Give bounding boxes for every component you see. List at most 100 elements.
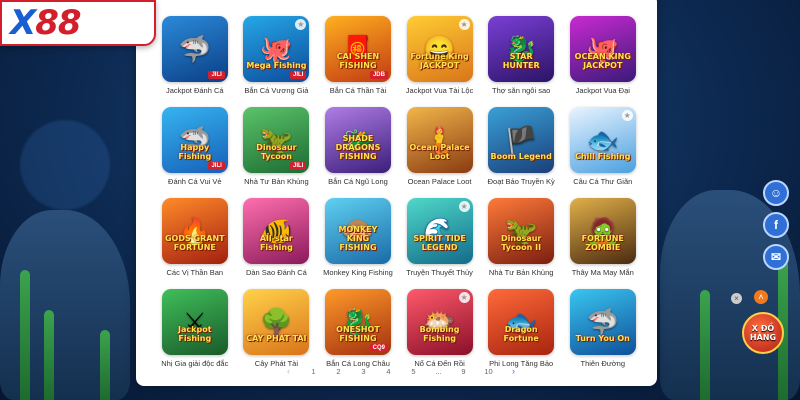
favorite-star-icon[interactable]: ★	[621, 110, 633, 121]
game-name: Monkey King Fishing	[323, 268, 393, 277]
favorite-star-icon[interactable]: ★	[458, 292, 470, 303]
next-page-button[interactable]: ›	[501, 366, 526, 376]
game-card[interactable]: 🐲 SHADE DRAGONS FISHING Bắn Cá Ngũ Long	[317, 107, 399, 186]
game-thumbnail[interactable]: 🐟 Dragon Fortune	[488, 289, 555, 355]
game-thumbnail[interactable]: 🐵 MONKEY KING FISHING	[324, 198, 391, 264]
game-thumbnail[interactable]: 🐠 All-star Fishing	[243, 198, 310, 264]
game-name: Đoạt Bảo Truyền Kỳ	[487, 177, 555, 186]
bubble-glow	[20, 120, 110, 210]
kelp	[44, 310, 54, 400]
logo-88: 88	[35, 3, 81, 43]
game-card[interactable]: 🧟 FORTUNE ZOMBIE Thây Ma May Mắn	[562, 198, 644, 277]
game-card[interactable]: 🐠 All-star Fishing Dàn Sao Đánh Cá	[236, 198, 318, 277]
game-name: Nhị Gia giải độc đắc	[161, 359, 229, 368]
game-card[interactable]: 🌳 CÂY PHÁT TÀI Cây Phát Tài	[236, 289, 318, 368]
game-card[interactable]: 🐉 ONESHOT FISHING CQ9 Bắn Cá Long Châu	[317, 289, 399, 368]
game-thumbnail[interactable]: 🦈 Happy Fishing JILI	[161, 107, 228, 173]
game-art-icon: 🦈	[586, 307, 619, 337]
game-card[interactable]: 🐉 STAR HUNTER Thợ săn ngôi sao	[480, 16, 562, 95]
favorite-star-icon[interactable]: ★	[458, 19, 470, 30]
game-thumbnail[interactable]: 🐙 Mega Fishing JILI ★	[243, 16, 310, 82]
page-number-button[interactable]: 10	[476, 367, 501, 376]
game-card[interactable]: 🐙 Mega Fishing JILI ★ Bắn Cá Vương Giả	[236, 16, 318, 95]
x88-logo[interactable]: X 88	[0, 0, 156, 46]
game-card[interactable]: 🐟 Chill Fishing ★ Câu Cá Thư Giãn	[562, 107, 644, 186]
game-thumb-title: Jackpot Fishing	[178, 325, 212, 343]
pagination: ‹ 1 2 3 4 5... 9 10 ›	[276, 366, 526, 376]
game-thumbnail[interactable]: ⚔ Jackpot Fishing	[161, 289, 228, 355]
page-number-button[interactable]: 3	[351, 367, 376, 376]
logo-x: X	[10, 3, 36, 43]
game-card[interactable]: 🧧 CAI SHEN FISHING JDB Bắn Cá Thần Tài	[317, 16, 399, 95]
page-number-button[interactable]: 9	[451, 367, 476, 376]
page-number-button[interactable]: 2	[326, 367, 351, 376]
game-thumbnail[interactable]: 🌳 CÂY PHÁT TÀI	[243, 289, 310, 355]
game-thumbnail[interactable]: 🧟 FORTUNE ZOMBIE	[569, 198, 636, 264]
game-card[interactable]: 🐵 MONKEY KING FISHING Monkey King Fishing	[317, 198, 399, 277]
game-card[interactable]: 🌊 SPIRIT TIDE LEGEND ★ Truyện Thuyết Thủy	[399, 198, 481, 277]
game-thumbnail[interactable]: 🐡 Bombing Fishing ★	[406, 289, 473, 355]
game-name: Jackpot Vua Tài Lộc	[405, 86, 474, 95]
game-name: Bắn Cá Ngũ Long	[328, 177, 388, 186]
page-number-button[interactable]: 5	[401, 367, 426, 376]
provider-badge: JILI	[208, 162, 225, 170]
game-card[interactable]: 🦖 Dinosaur Tycoon JILI Nhà Tư Bản Khủng	[236, 107, 318, 186]
kelp	[100, 330, 110, 400]
close-icon[interactable]: ×	[731, 293, 742, 304]
kelp	[700, 290, 710, 400]
game-card[interactable]: 😄 Fortune King JACKPOT ★ Jackpot Vua Tài Lộ…	[399, 16, 481, 95]
game-thumb-title: OCEAN KING JACKPOT	[574, 52, 631, 70]
game-card[interactable]: 🦈 Turn You On Thiên Đường	[562, 289, 644, 368]
game-card[interactable]: 🏴 Boom Legend Đoạt Bảo Truyền Kỳ	[480, 107, 562, 186]
game-thumbnail[interactable]: 🦖 Dinosaur Tycoon JILI	[243, 107, 310, 173]
game-thumbnail[interactable]: 🦈 JILI	[161, 16, 228, 82]
game-thumbnail[interactable]: 😄 Fortune King JACKPOT ★	[406, 16, 473, 82]
game-card[interactable]: 🔥 GODS GRANT FORTUNE Các Vị Thần Ban	[154, 198, 236, 277]
game-art-icon: 🐙	[260, 34, 293, 64]
game-name: Nhà Tư Bản Khủng	[488, 268, 554, 277]
support-chat-button[interactable]: ☺	[763, 180, 789, 206]
favorite-star-icon[interactable]: ★	[458, 201, 470, 212]
game-thumbnail[interactable]: 🦖 Dinosaur Tycoon II	[488, 198, 555, 264]
page-number-button[interactable]: ...	[426, 367, 451, 376]
game-thumbnail[interactable]: 🐙 OCEAN KING JACKPOT	[569, 16, 636, 82]
game-thumbnail[interactable]: 🌊 SPIRIT TIDE LEGEND ★	[406, 198, 473, 264]
game-card[interactable]: 🦈 JILI Jackpot Đánh Cá	[154, 16, 236, 95]
game-name: Thây Ma May Mắn	[571, 268, 634, 277]
email-button[interactable]: ✉	[763, 244, 789, 270]
gift-badge-button[interactable]: X ĐỒ HÀNG	[742, 312, 784, 354]
game-art-icon: 🌳	[260, 307, 293, 337]
provider-badge: JILI	[290, 71, 307, 79]
page-number-button[interactable]: 1	[301, 367, 326, 376]
game-thumb-title: MONKEY KING FISHING	[338, 225, 378, 252]
game-thumbnail[interactable]: 🐉 STAR HUNTER	[488, 16, 555, 82]
game-thumbnail[interactable]: 🏴 Boom Legend	[488, 107, 555, 173]
game-thumb-title: Mega Fishing	[246, 61, 307, 70]
game-card[interactable]: 🐡 Bombing Fishing ★ Nổ Cá Đến Rồi	[399, 289, 481, 368]
game-card[interactable]: 🧜 Ocean Palace Loot Ocean Palace Loot	[399, 107, 481, 186]
game-card[interactable]: 🦖 Dinosaur Tycoon II Nhà Tư Bản Khủng	[480, 198, 562, 277]
headset-icon: ☺	[769, 186, 783, 200]
game-thumbnail[interactable]: 🧧 CAI SHEN FISHING JDB	[324, 16, 391, 82]
game-thumbnail[interactable]: 🧜 Ocean Palace Loot	[406, 107, 473, 173]
game-thumb-title: FORTUNE ZOMBIE	[581, 234, 624, 252]
game-name: Jackpot Vua Đại	[575, 86, 630, 95]
game-card[interactable]: 🐟 Dragon Fortune Phi Long Tăng Bảo	[480, 289, 562, 368]
page-number-button[interactable]: 4	[376, 367, 401, 376]
game-thumbnail[interactable]: 🐲 SHADE DRAGONS FISHING	[324, 107, 391, 173]
game-name: Truyện Thuyết Thủy	[406, 268, 473, 277]
game-thumb-title: CÂY PHÁT TÀI	[246, 334, 307, 343]
game-card[interactable]: 🦈 Happy Fishing JILI Đánh Cá Vui Vẻ	[154, 107, 236, 186]
game-card[interactable]: 🐙 OCEAN KING JACKPOT Jackpot Vua Đại	[562, 16, 644, 95]
game-thumbnail[interactable]: 🐟 Chill Fishing ★	[569, 107, 636, 173]
game-card[interactable]: ⚔ Jackpot Fishing Nhị Gia giải độc đắc	[154, 289, 236, 368]
game-thumbnail[interactable]: 🐉 ONESHOT FISHING CQ9	[324, 289, 391, 355]
scroll-top-button[interactable]: ˄	[754, 290, 768, 304]
prev-page-button[interactable]: ‹	[276, 366, 301, 376]
game-thumb-title: ONESHOT FISHING	[336, 325, 380, 343]
game-thumbnail[interactable]: 🔥 GODS GRANT FORTUNE	[161, 198, 228, 264]
facebook-button[interactable]: f	[763, 212, 789, 238]
favorite-star-icon[interactable]: ★	[295, 19, 307, 30]
game-thumbnail[interactable]: 🦈 Turn You On	[569, 289, 636, 355]
game-thumb-title: GODS GRANT FORTUNE	[164, 234, 225, 252]
